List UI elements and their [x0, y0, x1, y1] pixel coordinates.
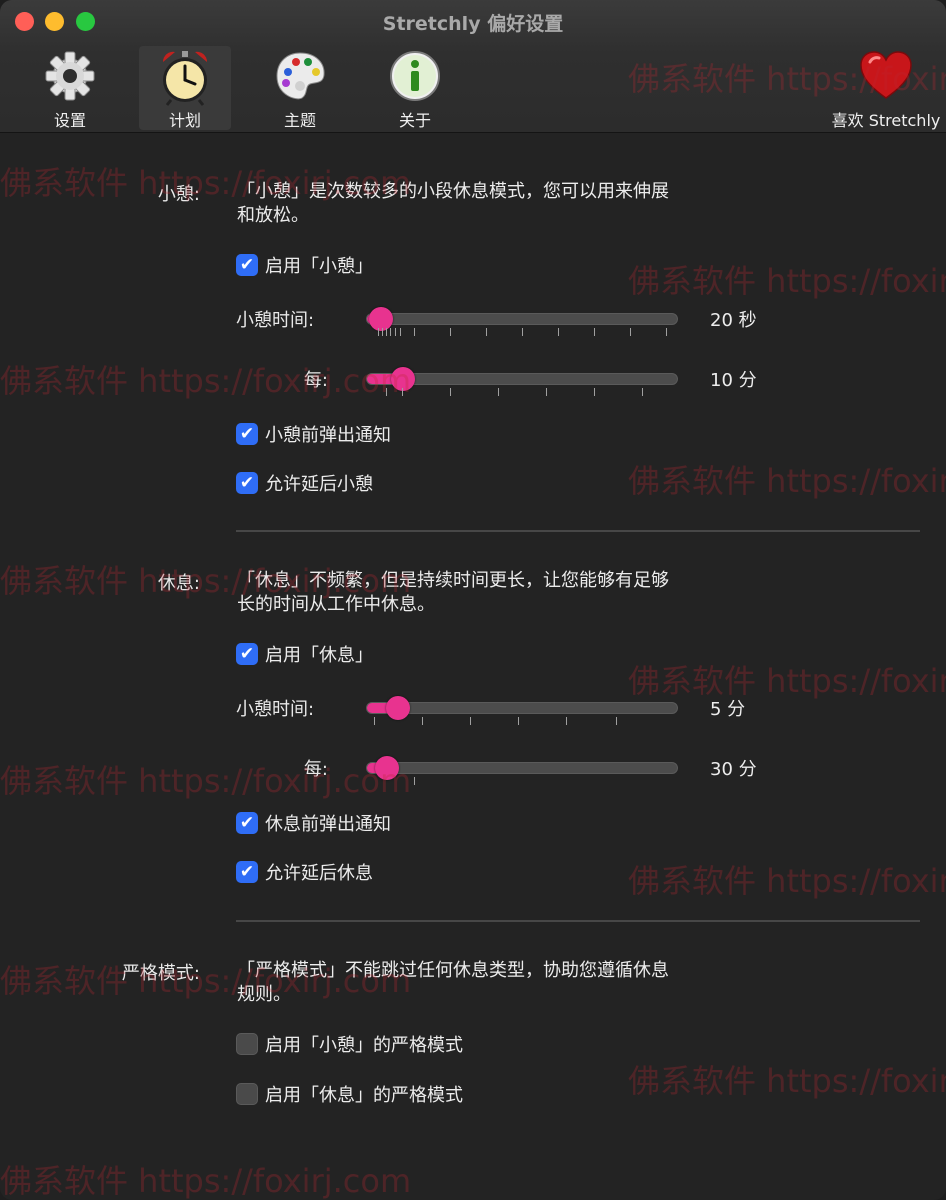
toolbar-theme[interactable]: 主题 — [254, 46, 346, 130]
long-break-interval-label: 每: — [303, 759, 328, 780]
watermark-text: 佛系软件 https://foxirj.com — [0, 1162, 412, 1200]
toolbar-love-stretchly[interactable]: 喜欢 Stretchly — [828, 46, 944, 130]
info-icon — [390, 51, 440, 101]
toolbar-schedule[interactable]: 计划 — [139, 46, 231, 130]
strict-mini-break-row[interactable]: 启用「小憩」的严格模式 — [236, 1032, 463, 1056]
long-break-notify-label: 休息前弹出通知 — [265, 814, 391, 835]
mini-break-notify-label: 小憩前弹出通知 — [265, 425, 391, 446]
long-break-postpone-label: 允许延后休息 — [265, 863, 373, 884]
mini-break-postpone-checkbox[interactable]: ✔ — [236, 472, 258, 494]
long-break-postpone-row[interactable]: ✔ 允许延后休息 — [236, 860, 373, 884]
watermark-text: 佛系软件 https://foxirj.com — [628, 462, 946, 500]
enable-mini-break-row[interactable]: ✔ 启用「小憩」 — [236, 253, 373, 277]
strict-mode-section-label: 严格模式: — [121, 963, 200, 984]
mini-break-notify-row[interactable]: ✔ 小憩前弹出通知 — [236, 422, 391, 446]
mini-break-postpone-row[interactable]: ✔ 允许延后小憩 — [236, 471, 373, 495]
mini-break-interval-slider[interactable] — [366, 367, 678, 391]
strict-long-break-checkbox[interactable] — [236, 1083, 258, 1105]
watermark-text: 佛系软件 https://foxirj.com — [628, 1062, 946, 1100]
gear-icon — [45, 51, 95, 101]
watermark-text: 佛系软件 https://foxirj.com — [628, 262, 946, 300]
mini-break-duration-ticks — [366, 328, 678, 338]
long-break-notify-checkbox[interactable]: ✔ — [236, 812, 258, 834]
long-break-description: 「休息」不频繁，但是持续时间更长，让您能够有足够长的时间从工作中休息。 — [237, 570, 669, 615]
mini-break-section-label: 小憩: — [157, 184, 200, 205]
section-divider — [236, 920, 920, 922]
watermark-text: 佛系软件 https://foxirj.com — [0, 362, 412, 400]
preferences-window: Stretchly 偏好设置 设置 计划 主题 关于 喜欢 Stretchly … — [0, 0, 946, 1200]
long-break-interval-ticks — [366, 777, 678, 787]
toolbar-settings-label: 设置 — [53, 111, 86, 130]
mini-break-interval-value: 10 分 — [710, 370, 757, 391]
toolbar-about-label: 关于 — [398, 111, 431, 130]
title-bar: Stretchly 偏好设置 设置 计划 主题 关于 喜欢 Stretchly — [0, 0, 946, 133]
window-title: Stretchly 偏好设置 — [382, 13, 564, 35]
mini-break-duration-slider[interactable] — [366, 307, 678, 331]
strict-long-break-label: 启用「休息」的严格模式 — [265, 1085, 463, 1106]
enable-mini-break-checkbox[interactable]: ✔ — [236, 254, 258, 276]
long-break-duration-ticks — [366, 717, 678, 727]
long-break-duration-slider[interactable] — [366, 696, 678, 720]
toolbar-about[interactable]: 关于 — [369, 46, 461, 130]
long-break-duration-value: 5 分 — [710, 699, 746, 720]
watermark-text: 佛系软件 https://foxirj.com — [628, 662, 946, 700]
mini-break-postpone-label: 允许延后小憩 — [265, 474, 373, 495]
heart-icon — [860, 51, 912, 99]
mini-break-interval-ticks — [366, 388, 678, 398]
long-break-notify-row[interactable]: ✔ 休息前弹出通知 — [236, 811, 391, 835]
toolbar-schedule-label: 计划 — [168, 111, 201, 130]
mini-break-interval-label: 每: — [303, 370, 328, 391]
mini-break-notify-checkbox[interactable]: ✔ — [236, 423, 258, 445]
strict-mini-break-label: 启用「小憩」的严格模式 — [265, 1035, 463, 1056]
mini-break-description: 「小憩」是次数较多的小段休息模式，您可以用来伸展和放松。 — [237, 181, 669, 226]
palette-icon — [276, 52, 325, 100]
section-divider — [236, 530, 920, 532]
watermark-text: 佛系软件 https://foxirj.com — [628, 862, 946, 900]
toolbar-theme-label: 主题 — [283, 111, 316, 130]
enable-long-break-label: 启用「休息」 — [265, 645, 373, 666]
mini-break-duration-value: 20 秒 — [710, 310, 757, 331]
toolbar-love-label: 喜欢 Stretchly — [831, 111, 941, 130]
toolbar-settings[interactable]: 设置 — [24, 46, 116, 130]
strict-long-break-row[interactable]: 启用「休息」的严格模式 — [236, 1082, 463, 1106]
enable-long-break-row[interactable]: ✔ 启用「休息」 — [236, 642, 373, 666]
enable-long-break-checkbox[interactable]: ✔ — [236, 643, 258, 665]
long-break-postpone-checkbox[interactable]: ✔ — [236, 861, 258, 883]
mini-break-duration-label: 小憩时间: — [236, 310, 315, 331]
long-break-interval-slider[interactable] — [366, 756, 678, 780]
strict-mini-break-checkbox[interactable] — [236, 1033, 258, 1055]
alarm-clock-icon — [162, 51, 208, 106]
strict-mode-description: 「严格模式」不能跳过任何休息类型，协助您遵循休息规则。 — [237, 960, 669, 1005]
long-break-duration-label: 小憩时间: — [236, 699, 315, 720]
enable-mini-break-label: 启用「小憩」 — [265, 256, 373, 277]
long-break-section-label: 休息: — [157, 573, 200, 594]
watermark-text: 佛系软件 https://foxirj.com — [0, 762, 412, 800]
long-break-interval-value: 30 分 — [710, 759, 757, 780]
